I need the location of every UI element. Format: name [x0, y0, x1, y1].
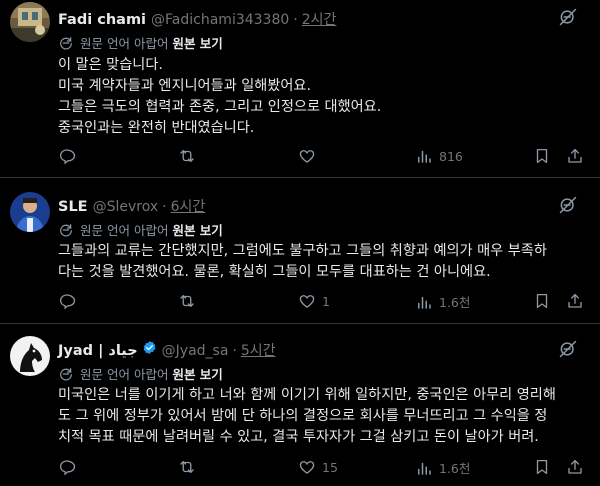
translation-notice: 원문 언어 아랍어 원본 보기	[58, 220, 223, 239]
bookmark-icon	[533, 292, 551, 310]
tweet-text-line: 도 그 위에 정부가 있어서 밤에 단 하나의 결정으로 회사를 무너뜨리고 그…	[58, 408, 548, 424]
user-handle[interactable]: @Slevrox	[93, 199, 159, 215]
source-language: 원문 언어 아랍어	[80, 36, 169, 51]
tweet-text-line: 그들과의 교류는 간단했지만, 그럼에도 불구하고 그들의 취향과 예의가 매우…	[58, 243, 547, 259]
view-original-link[interactable]: 원본 보기	[172, 33, 222, 52]
views-count: 1.6천	[439, 295, 471, 310]
reply-button[interactable]	[58, 147, 82, 165]
tweet-sle[interactable]: SLE @Slevrox · 6시간 원문 언어 아랍어 원본 보기 그들과의 …	[0, 178, 600, 324]
tweet-text-line: 치적 목표 때문에 날려버릴 수 있고, 결국 투자자가 그걸 삼키고 돈이 날…	[58, 429, 539, 445]
action-bar: 816	[58, 147, 588, 167]
reply-button[interactable]	[58, 292, 82, 310]
display-name[interactable]: جياد | Jyad	[58, 343, 138, 359]
reply-icon	[58, 292, 76, 310]
repost-button[interactable]	[178, 292, 202, 310]
like-icon	[298, 147, 316, 165]
translation-notice: 원문 언어 아랍어 원본 보기	[58, 364, 223, 383]
tweet-text-line: 이 말은 맞습니다.	[58, 57, 163, 73]
source-language: 원문 언어 아랍어	[80, 223, 169, 238]
share-button[interactable]	[566, 147, 584, 165]
tweet-text: 그들과의 교류는 간단했지만, 그럼에도 불구하고 그들의 취향과 예의가 매우…	[58, 241, 582, 283]
repost-button[interactable]	[178, 458, 202, 476]
like-count: 1	[322, 293, 330, 309]
tweet-fadi-chami[interactable]: Fadi chami @Fadichami343380 · 2시간 원문 언어 …	[0, 0, 600, 178]
separator-dot: ·	[232, 343, 237, 359]
like-icon	[298, 458, 316, 476]
repost-icon	[178, 292, 196, 310]
avatar[interactable]	[10, 336, 50, 376]
like-count: 15	[322, 459, 338, 475]
share-icon	[566, 147, 584, 165]
timestamp[interactable]: 2시간	[302, 9, 337, 29]
translation-notice: 원문 언어 아랍어 원본 보기	[58, 33, 223, 52]
repost-button[interactable]	[178, 147, 202, 165]
view-original-link[interactable]: 원본 보기	[172, 220, 222, 239]
tweet-text-line: 미국인은 너를 이기게 하고 너와 함께 이기기 위해 일하지만, 중국인은 아…	[58, 387, 556, 403]
reply-icon	[58, 147, 76, 165]
bookmark-button[interactable]	[533, 147, 551, 165]
views-button[interactable]: 1.6천	[415, 292, 470, 311]
tweet-text-line: 그들은 극도의 협력과 존중, 그리고 인정으로 대했어요.	[58, 99, 382, 115]
separator-dot: ·	[293, 12, 298, 28]
like-button[interactable]: 15	[298, 458, 338, 476]
views-icon	[415, 459, 433, 477]
avatar[interactable]	[10, 192, 50, 232]
tweet-header: Fadi chami @Fadichami343380 · 2시간	[58, 9, 336, 29]
action-bar: 15 1.6천	[58, 458, 588, 478]
tweet-text-line: 중국인과는 완전히 반대였습니다.	[58, 120, 255, 136]
repost-icon	[178, 147, 196, 165]
like-button[interactable]: 1	[298, 292, 330, 310]
tweet-header: SLE @Slevrox · 6시간	[58, 196, 205, 216]
views-count: 1.6천	[439, 461, 471, 476]
repost-icon	[178, 458, 196, 476]
bookmark-button[interactable]	[533, 458, 551, 476]
tweet-jyad[interactable]: جياد | Jyad @Jyad_sa · 5시간 원문 언어 아랍어 원본 …	[0, 324, 600, 486]
like-button[interactable]	[298, 147, 322, 165]
views-icon	[415, 293, 433, 311]
globe-icon	[58, 366, 74, 382]
bookmark-icon	[533, 147, 551, 165]
tweet-text-line: 다는 것을 발견했어요. 물론, 확실히 그들이 모두를 대표하는 건 아니에요…	[58, 264, 491, 280]
globe-icon	[58, 222, 74, 238]
share-button[interactable]	[566, 458, 584, 476]
bookmark-icon	[533, 458, 551, 476]
source-language: 원문 언어 아랍어	[80, 367, 169, 382]
views-icon	[415, 147, 433, 165]
view-original-link[interactable]: 원본 보기	[172, 364, 222, 383]
display-name[interactable]: Fadi chami	[58, 12, 146, 28]
avatar[interactable]	[10, 2, 50, 42]
tweet-text: 미국인은 너를 이기게 하고 너와 함께 이기기 위해 일하지만, 중국인은 아…	[58, 385, 582, 448]
views-button[interactable]: 816	[415, 147, 463, 165]
share-icon	[566, 458, 584, 476]
separator-dot: ·	[162, 199, 167, 215]
verified-badge-icon	[143, 340, 156, 355]
user-handle[interactable]: @Jyad_sa	[162, 343, 229, 359]
translate-icon[interactable]	[558, 7, 578, 27]
tweet-text: 이 말은 맞습니다. 미국 계약자들과 엔지니어들과 일해봤어요. 그들은 극도…	[58, 55, 582, 139]
bookmark-button[interactable]	[533, 292, 551, 310]
share-icon	[566, 292, 584, 310]
globe-icon	[58, 35, 74, 51]
tweet-text-line: 미국 계약자들과 엔지니어들과 일해봤어요.	[58, 78, 311, 94]
translate-icon[interactable]	[558, 195, 578, 215]
user-handle[interactable]: @Fadichami343380	[151, 12, 289, 28]
tweet-header: جياد | Jyad @Jyad_sa · 5시간	[58, 340, 276, 360]
action-bar: 1 1.6천	[58, 292, 588, 312]
like-icon	[298, 292, 316, 310]
timestamp[interactable]: 6시간	[171, 196, 206, 216]
translate-icon[interactable]	[558, 339, 578, 359]
views-count: 816	[439, 148, 463, 164]
reply-icon	[58, 458, 76, 476]
share-button[interactable]	[566, 292, 584, 310]
views-button[interactable]: 1.6천	[415, 458, 470, 477]
timestamp[interactable]: 5시간	[241, 340, 276, 360]
reply-button[interactable]	[58, 458, 82, 476]
display-name[interactable]: SLE	[58, 199, 88, 215]
